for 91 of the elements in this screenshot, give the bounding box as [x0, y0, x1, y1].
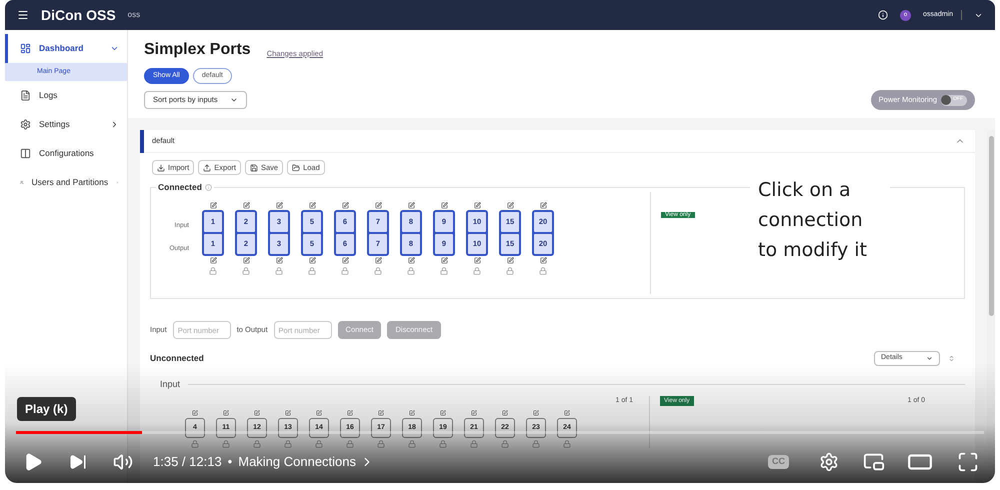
edit-icon[interactable]: [502, 410, 508, 416]
edit-icon[interactable]: [506, 257, 514, 264]
edit-icon[interactable]: [471, 410, 477, 416]
edit-icon[interactable]: [440, 410, 446, 416]
time-display: 1:35 / 12:13: [153, 453, 222, 472]
fullscreen-icon[interactable]: [957, 451, 979, 473]
lock-icon[interactable]: [470, 440, 478, 448]
app-subtitle: oss: [128, 9, 142, 21]
app-title: DiCon OSS: [41, 6, 116, 24]
edit-icon[interactable]: [308, 202, 316, 209]
scrollbar[interactable]: [987, 130, 995, 483]
lock-icon[interactable]: [439, 440, 447, 448]
edit-icon[interactable]: [408, 257, 414, 264]
edit-icon[interactable]: [308, 257, 316, 264]
sidebar-item-icon: [20, 119, 31, 130]
edit-icon[interactable]: [276, 257, 282, 264]
lock-icon[interactable]: [275, 267, 283, 275]
edit-icon[interactable]: [540, 202, 546, 209]
edit-icon[interactable]: [276, 202, 282, 209]
lock-icon[interactable]: [346, 440, 354, 448]
caret-icon: [230, 96, 238, 104]
edit-icon[interactable]: [378, 410, 384, 416]
chapter-link[interactable]: Making Connections: [238, 452, 374, 472]
miniplayer-icon[interactable]: [863, 451, 885, 473]
edit-icon[interactable]: [316, 410, 322, 416]
connected-title: Connected: [158, 181, 202, 194]
edit-icon[interactable]: [347, 410, 353, 416]
edit-icon[interactable]: [440, 257, 448, 264]
lock-icon[interactable]: [377, 440, 385, 448]
sidebar-item-icon: [20, 148, 31, 159]
play-tooltip: Play (k): [17, 397, 76, 421]
separator-dot: •: [228, 453, 232, 472]
lock-icon[interactable]: [222, 440, 230, 448]
edit-icon[interactable]: [506, 202, 514, 209]
unconnected-title: Unconnected: [150, 352, 204, 365]
edit-icon[interactable]: [564, 410, 570, 416]
toolbar-icon: [203, 164, 212, 172]
edit-icon[interactable]: [408, 202, 414, 209]
edit-icon[interactable]: [223, 410, 229, 416]
edit-icon[interactable]: [242, 257, 250, 264]
lock-icon[interactable]: [284, 440, 292, 448]
edit-icon[interactable]: [474, 257, 480, 264]
toolbar-icon: [157, 164, 165, 172]
sidebar-item[interactable]: Settings: [5, 110, 127, 139]
edit-icon[interactable]: [342, 202, 348, 209]
edit-icon[interactable]: [285, 410, 291, 416]
sidebar-item-icon: [20, 90, 31, 101]
lock-icon[interactable]: [341, 267, 349, 275]
lock-icon[interactable]: [506, 267, 514, 275]
lock-icon[interactable]: [253, 440, 261, 448]
lock-icon[interactable]: [501, 440, 509, 448]
toolbar-icon: [292, 164, 300, 172]
edit-icon[interactable]: [192, 410, 198, 416]
lock-icon[interactable]: [407, 267, 415, 275]
group-accent-bar: [140, 130, 144, 152]
edit-icon[interactable]: [374, 202, 382, 209]
edit-icon[interactable]: [210, 202, 216, 209]
edit-icon[interactable]: [540, 257, 546, 264]
lock-icon[interactable]: [473, 267, 481, 275]
volume-icon[interactable]: [113, 452, 133, 472]
edit-icon[interactable]: [409, 410, 415, 416]
lock-icon[interactable]: [539, 267, 547, 275]
menu-icon[interactable]: [17, 9, 29, 21]
lock-icon[interactable]: [440, 267, 448, 275]
sidebar-item[interactable]: Users and Partitions: [5, 168, 127, 197]
edit-icon[interactable]: [342, 257, 348, 264]
lock-icon[interactable]: [308, 267, 316, 275]
edit-icon[interactable]: [242, 202, 250, 209]
edit-icon[interactable]: [374, 257, 382, 264]
sidebar-item[interactable]: Logs: [5, 81, 127, 110]
lock-icon[interactable]: [315, 440, 323, 448]
section-label: Input: [160, 378, 180, 391]
page-title: Simplex Ports: [144, 40, 251, 60]
edit-icon[interactable]: [533, 410, 539, 416]
lock-icon[interactable]: [191, 440, 199, 448]
edit-icon[interactable]: [474, 202, 480, 209]
caret-icon: [926, 355, 933, 362]
lock-icon[interactable]: [242, 267, 250, 275]
toolbar-icon: [250, 164, 258, 172]
settings-icon[interactable]: [819, 452, 839, 472]
lock-icon[interactable]: [532, 440, 540, 448]
lock-icon[interactable]: [563, 440, 571, 448]
edit-icon[interactable]: [440, 202, 448, 209]
next-icon[interactable]: [69, 453, 87, 471]
edit-icon[interactable]: [254, 410, 260, 416]
sidebar-item[interactable]: Configurations: [5, 139, 127, 168]
edit-icon[interactable]: [210, 257, 216, 264]
lock-icon[interactable]: [374, 267, 382, 275]
sidebar-item-icon: [20, 43, 31, 54]
lock-icon[interactable]: [209, 267, 217, 275]
lock-icon[interactable]: [408, 440, 416, 448]
